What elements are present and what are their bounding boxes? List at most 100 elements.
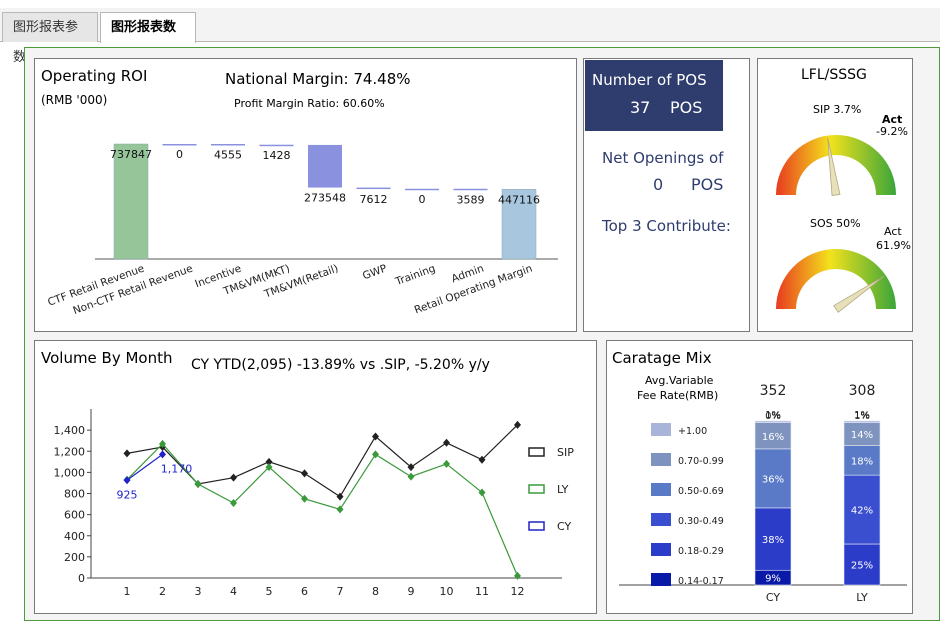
volume-line-chart: 02004006008001,0001,2001,4001 2 3 4 5 6 7 8 9 10 1… bbox=[54, 409, 574, 598]
waterfall-category-label: GWP bbox=[361, 263, 388, 283]
volume-x-tick-label: 5 bbox=[266, 585, 273, 598]
caratage-legend-label: 0.70-0.99 bbox=[678, 456, 724, 467]
waterfall-chart: 737847CTF Retail Revenue0Non-CTF Retail … bbox=[46, 143, 558, 317]
caratage-total-label: 352 bbox=[760, 383, 787, 399]
volume-x-tick-label: 6 bbox=[301, 585, 308, 598]
volume-legend-swatch bbox=[528, 447, 545, 457]
pos-title: Number of POS bbox=[592, 71, 707, 89]
waterfall-category-label: Training bbox=[393, 263, 437, 289]
pos-count-box: Number of POS 37 POS bbox=[585, 60, 723, 131]
caratage-legend-label: 0.18-0.29 bbox=[678, 546, 724, 557]
caratage-segment-label: 36% bbox=[762, 474, 784, 485]
waterfall-bar bbox=[308, 144, 342, 188]
caratage-segment-label: 18% bbox=[851, 456, 873, 467]
caratage-legend-label: 0.30-0.49 bbox=[678, 516, 724, 527]
waterfall-value-label: 1428 bbox=[263, 149, 291, 162]
waterfall-value-label: 0 bbox=[419, 193, 426, 206]
waterfall-value-label: 273548 bbox=[304, 192, 346, 205]
volume-y-tick-label: 400 bbox=[64, 530, 85, 543]
volume-point-sip bbox=[301, 469, 308, 478]
caratage-legend-label: +1.00 bbox=[678, 426, 707, 437]
caratage-legend-label: 0.14-0.17 bbox=[678, 576, 724, 587]
volume-x-tick-label: 11 bbox=[475, 585, 489, 598]
volume-legend-label: LY bbox=[557, 483, 569, 496]
lfl-panel: LFL/SSSG SIP 3.7% Act -9.2% SOS 50% Act … bbox=[757, 58, 913, 332]
volume-point-ly bbox=[407, 472, 415, 481]
volume-point-ly bbox=[514, 571, 521, 580]
caratage-total-label: 308 bbox=[849, 383, 876, 399]
volume-panel: Volume By Month CY YTD(2,095) -13.89% vs… bbox=[34, 340, 597, 614]
volume-x-tick-label: 3 bbox=[195, 585, 202, 598]
volume-point-ly bbox=[478, 488, 486, 497]
pos-count: 37 bbox=[630, 98, 651, 117]
volume-y-tick-label: 600 bbox=[64, 509, 85, 522]
volume-legend-label: CY bbox=[557, 520, 571, 533]
operating-roi-panel: Operating ROI (RMB '000) National Margin… bbox=[34, 58, 577, 332]
waterfall-value-label: 7612 bbox=[360, 193, 388, 206]
volume-x-tick-label: 8 bbox=[372, 585, 379, 598]
caratage-legend-swatch bbox=[651, 453, 671, 466]
waterfall-value-label: 4555 bbox=[214, 149, 242, 162]
waterfall-bar bbox=[162, 144, 197, 146]
volume-x-tick-label: 10 bbox=[440, 585, 454, 598]
waterfall-bar bbox=[211, 144, 245, 146]
caratage-segment-label: 38% bbox=[762, 535, 784, 546]
tab-chart-data[interactable]: 图形报表数据 bbox=[100, 12, 196, 65]
volume-x-tick-label: 9 bbox=[408, 585, 415, 598]
volume-y-tick-label: 200 bbox=[64, 551, 85, 564]
waterfall-value-label: 0 bbox=[176, 148, 183, 161]
waterfall-bar bbox=[356, 187, 391, 190]
pos-unit: POS bbox=[670, 98, 703, 117]
volume-data-label: 1,170 bbox=[161, 462, 193, 475]
volume-y-tick-label: 800 bbox=[64, 488, 85, 501]
caratage-segment-label: 25% bbox=[851, 561, 873, 572]
top3-contribute: Top 3 Contribute: bbox=[602, 217, 731, 235]
volume-y-tick-label: 1,400 bbox=[54, 424, 86, 437]
caratage-segment-label: 14% bbox=[851, 430, 873, 441]
volume-legend-swatch bbox=[528, 521, 545, 531]
net-openings-title: Net Openings of bbox=[602, 149, 724, 167]
caratage-category-label: LY bbox=[856, 591, 868, 604]
caratage-segment-label: 9% bbox=[765, 574, 781, 585]
caratage-legend-label: 0.50-0.69 bbox=[678, 486, 724, 497]
waterfall-category-group: GWP bbox=[361, 263, 388, 283]
volume-legend-label: SIP bbox=[557, 446, 574, 459]
caratage-category-label: CY bbox=[766, 591, 780, 604]
caratage-stacked-chart: 9%38%36%16%1%0%352CY25%42%18%14%1%1%308L… bbox=[619, 383, 907, 604]
volume-x-tick-label: 7 bbox=[337, 585, 344, 598]
waterfall-category-group: Training bbox=[393, 263, 437, 289]
waterfall-value-label: 3589 bbox=[457, 193, 485, 206]
pos-panel: Number of POS 37 POS Net Openings of 0 P… bbox=[583, 58, 750, 332]
caratage-segment-label: 16% bbox=[762, 432, 784, 443]
waterfall-bar bbox=[405, 188, 439, 191]
waterfall-bar bbox=[259, 144, 294, 147]
volume-y-tick-label: 0 bbox=[78, 572, 85, 585]
volume-point-sip bbox=[230, 473, 237, 482]
waterfall-value-label: 737847 bbox=[110, 148, 152, 161]
top-strip bbox=[0, 0, 940, 8]
volume-point-cy bbox=[159, 450, 166, 459]
caratage-small-label: 1% bbox=[854, 411, 870, 422]
tab-chart-params[interactable]: 图形报表参数 bbox=[2, 12, 98, 65]
caratage-legend-swatch bbox=[651, 513, 671, 526]
caratage-legend-swatch bbox=[651, 543, 671, 556]
volume-x-tick-label: 2 bbox=[159, 585, 166, 598]
volume-point-sip bbox=[336, 492, 344, 501]
caratage-small-label: 0% bbox=[765, 411, 781, 422]
volume-point-ly bbox=[443, 459, 450, 468]
volume-series-line-cy bbox=[126, 453, 163, 481]
volume-series-line-sip bbox=[126, 424, 518, 498]
net-openings-count: 0 bbox=[653, 175, 664, 194]
waterfall-bar bbox=[113, 143, 149, 260]
caratage-legend-swatch bbox=[651, 423, 671, 436]
lfl-gauges bbox=[776, 135, 896, 313]
caratage-segment-label: 42% bbox=[851, 506, 873, 517]
volume-y-tick-label: 1,200 bbox=[54, 445, 86, 458]
volume-point-sip bbox=[443, 438, 450, 447]
caratage-panel: Caratage Mix Avg.Variable Fee Rate(RMB) … bbox=[606, 340, 913, 614]
gauge-arc bbox=[776, 249, 896, 309]
volume-point-sip bbox=[123, 449, 131, 458]
waterfall-bar bbox=[453, 188, 488, 191]
net-openings-unit: POS bbox=[691, 175, 724, 194]
caratage-legend-swatch bbox=[651, 573, 671, 586]
